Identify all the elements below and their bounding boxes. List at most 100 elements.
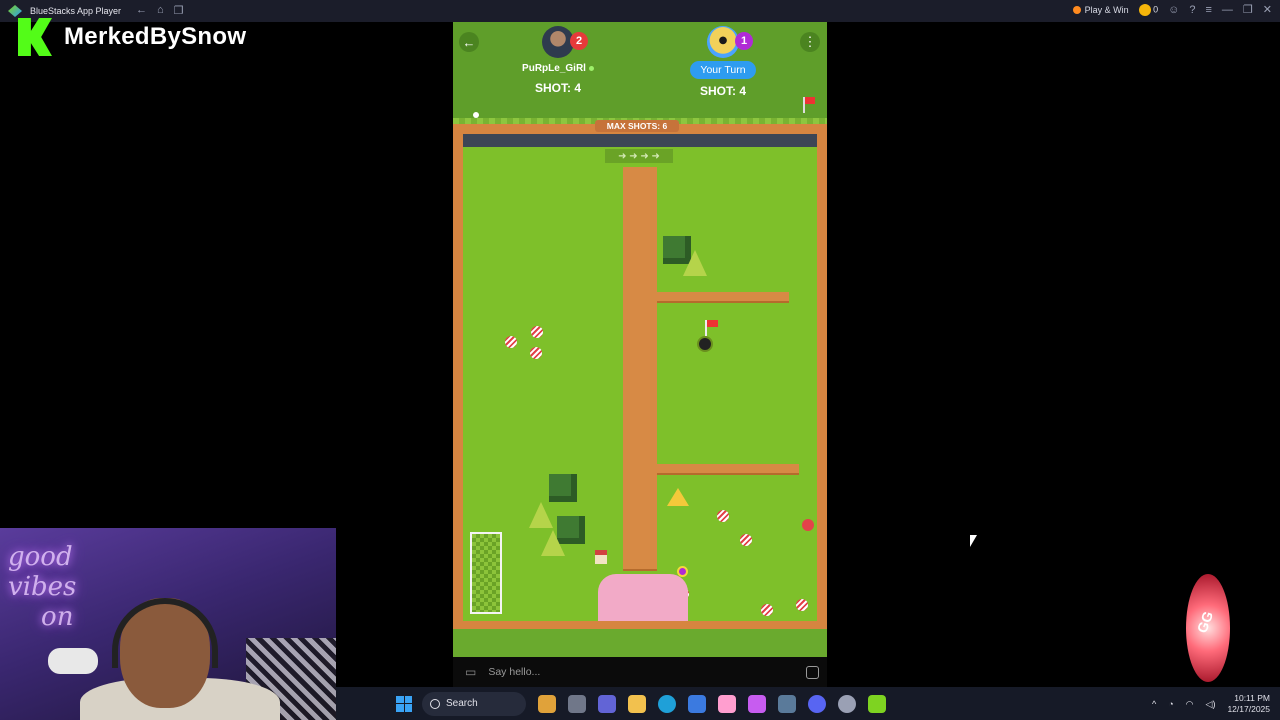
headset-icon [112, 598, 218, 668]
horizontal-wall-upper [657, 292, 789, 303]
candy-bumper-icon [530, 347, 542, 359]
volume-icon[interactable]: ◁) [1206, 699, 1216, 710]
coin-counter: 0 [1138, 3, 1159, 16]
profile-icon[interactable]: ☺ [1168, 4, 1179, 16]
opponent-shot-count: SHOT: 4 [534, 81, 581, 95]
candy-bumper-icon [740, 534, 752, 546]
copilot-icon[interactable] [748, 694, 766, 713]
windows-start-icon[interactable] [396, 695, 412, 712]
candy-bumper-icon [531, 326, 543, 338]
coin-icon [1138, 3, 1151, 16]
widgets-icon[interactable] [538, 694, 556, 713]
boost-arrows-icon: ➜ ➜ ➜ ➜ [605, 149, 673, 163]
bluestacks-logo-icon [8, 5, 22, 17]
tree-icon [549, 474, 577, 502]
candy-bumper-icon [761, 604, 773, 616]
microphone-icon [48, 648, 98, 674]
mouse-cursor-icon [970, 535, 977, 547]
task-view-icon[interactable] [568, 694, 586, 713]
back-arrow-icon: ← [462, 34, 476, 50]
edge-icon[interactable] [658, 694, 676, 713]
opponent-name: PuRpLe_GiRl [513, 63, 603, 74]
bush-icon [683, 250, 707, 276]
clock-date: 12/17/2025 [1227, 704, 1270, 714]
golf-hole [697, 336, 713, 352]
taskbar: Search ^ ◔ ◠ ◁) 10:11 PM 12/17/2025 [336, 687, 1280, 720]
player-panel: 1 Your Turn SHOT: 4 [678, 26, 768, 98]
discord-icon[interactable] [808, 694, 826, 713]
gg-badge-icon: GG [1186, 574, 1230, 682]
obs-icon[interactable] [838, 694, 856, 713]
player-avatar: 1 [707, 26, 753, 58]
store-icon[interactable] [688, 694, 706, 713]
candy-bumper-icon [505, 336, 517, 348]
kick-logo-icon [18, 18, 52, 56]
hole-flag-icon [705, 320, 718, 336]
teams-icon[interactable] [598, 694, 616, 713]
search-label: Search [446, 698, 478, 709]
bush-icon [529, 502, 553, 528]
player-ball[interactable] [677, 566, 688, 577]
search-icon [430, 698, 440, 709]
chat-input[interactable]: Say hello... [488, 666, 540, 678]
chat-bar: ▭ Say hello... [453, 657, 827, 687]
recent-apps-icon[interactable]: ❐ [174, 4, 184, 17]
opponent-rank-badge: 2 [570, 32, 588, 50]
minimize-icon[interactable]: — [1222, 4, 1233, 16]
play-win-icon [1072, 6, 1081, 15]
chevron-up-icon[interactable]: ^ [1152, 699, 1156, 709]
play-and-win-button[interactable]: Play & Win [1072, 4, 1129, 15]
sticker-icon[interactable] [806, 665, 819, 679]
max-shots-label: MAX SHOTS: 6 [595, 120, 679, 132]
channel-brand: MerkedBySnow [18, 18, 246, 56]
bluestacks-taskbar-icon[interactable] [868, 694, 886, 713]
restore-icon[interactable]: ❐ [1243, 3, 1253, 16]
candy-bumper-icon [717, 510, 729, 522]
your-turn-badge: Your Turn [690, 61, 756, 79]
system-tray: ^ ◔ ◠ ◁) 10:11 PM 12/17/2025 [1152, 693, 1270, 715]
opponent-ball-icon [802, 519, 814, 531]
file-explorer-icon[interactable] [628, 694, 646, 713]
chat-icon: ▭ [465, 665, 477, 679]
opponent-panel: 2 PuRpLe_GiRl SHOT: 4 [513, 26, 603, 95]
screen: BlueStacks App Player ← ⌂ ❐ Play & Win 0… [0, 0, 1280, 720]
player-rank-badge: 1 [735, 32, 753, 50]
neon-sign: good vibes on [8, 542, 77, 632]
webcam-feed: good vibes on [0, 528, 336, 720]
home-icon[interactable]: ⌂ [157, 4, 164, 17]
vertical-wall [623, 167, 657, 571]
help-icon[interactable]: ? [1189, 4, 1195, 16]
tee-mat [470, 532, 502, 614]
bush-icon [541, 530, 565, 556]
app-icon[interactable] [718, 694, 736, 713]
course-top-strip [463, 134, 817, 147]
opponent-avatar: 2 [542, 26, 588, 58]
house-obstacle-icon [595, 550, 607, 564]
online-status-icon [588, 65, 594, 71]
course-bottom-edge [453, 629, 827, 657]
settings-icon[interactable] [778, 694, 796, 713]
game-header: ← ⋮ 2 PuRpLe_GiRl SHOT: 4 1 Your Turn SH… [453, 22, 827, 118]
game-window: ← ⋮ 2 PuRpLe_GiRl SHOT: 4 1 Your Turn SH… [453, 22, 827, 657]
horizontal-wall-lower [657, 464, 799, 475]
tee-pad [598, 574, 688, 621]
play-and-win-label: Play & Win [1084, 4, 1129, 15]
opponent-name-text: PuRpLe_GiRl [522, 63, 586, 74]
player-shot-count: SHOT: 4 [699, 84, 746, 98]
candy-bumper-icon [796, 599, 808, 611]
coin-count: 0 [1153, 3, 1159, 14]
title-nav: ← ⌂ ❐ [136, 4, 184, 17]
channel-name: MerkedBySnow [64, 23, 247, 50]
close-icon[interactable]: ✕ [1263, 3, 1272, 16]
menu-icon[interactable]: ≡ [1205, 4, 1211, 16]
game-menu-button[interactable]: ⋮ [800, 32, 820, 52]
clock[interactable]: 10:11 PM 12/17/2025 [1227, 693, 1270, 715]
game-back-button[interactable]: ← [459, 32, 479, 52]
clock-time: 10:11 PM [1234, 693, 1270, 703]
taskbar-search[interactable]: Search [422, 691, 526, 716]
wifi-icon[interactable]: ◠ [1186, 699, 1194, 710]
back-arrow-icon[interactable]: ← [136, 4, 147, 17]
title-bar-right: Play & Win 0 ☺ ? ≡ — ❐ ✕ [1072, 3, 1272, 16]
network-icon[interactable]: ◔ [1168, 699, 1173, 709]
more-options-icon: ⋮ [803, 34, 817, 49]
